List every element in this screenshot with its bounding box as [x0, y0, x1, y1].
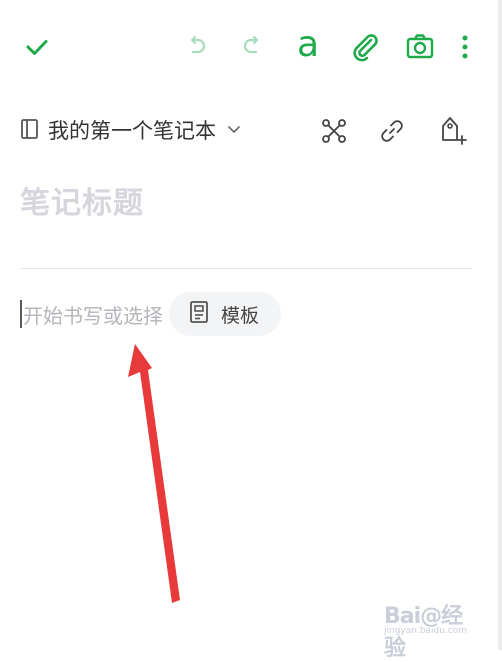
watermark: Bai@经验 jingyan.baidu.com [384, 594, 476, 661]
red-arrow-annotation [128, 344, 180, 603]
watermark-subtext: jingyan.baidu.com [384, 626, 468, 636]
